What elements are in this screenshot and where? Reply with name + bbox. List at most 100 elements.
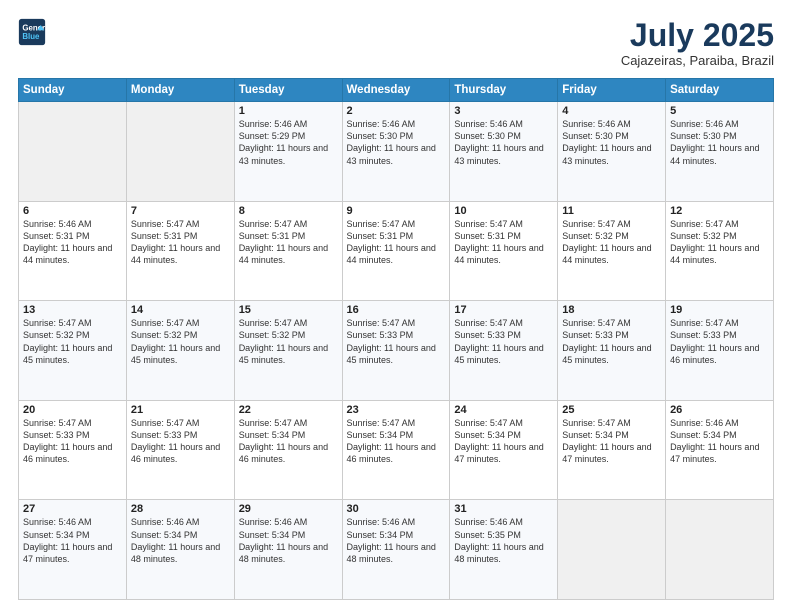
weekday-header-cell: Monday [126, 79, 234, 102]
calendar-day-cell: 2Sunrise: 5:46 AMSunset: 5:30 PMDaylight… [342, 102, 450, 202]
day-info: Sunrise: 5:46 AMSunset: 5:34 PMDaylight:… [347, 516, 446, 565]
day-number: 2 [347, 105, 446, 117]
svg-text:Blue: Blue [22, 32, 40, 41]
calendar-week-row: 27Sunrise: 5:46 AMSunset: 5:34 PMDayligh… [19, 500, 774, 600]
calendar-day-cell: 24Sunrise: 5:47 AMSunset: 5:34 PMDayligh… [450, 400, 558, 500]
day-info: Sunrise: 5:46 AMSunset: 5:30 PMDaylight:… [562, 118, 661, 167]
day-number: 12 [670, 205, 769, 217]
day-info: Sunrise: 5:47 AMSunset: 5:32 PMDaylight:… [562, 218, 661, 267]
day-info: Sunrise: 5:46 AMSunset: 5:29 PMDaylight:… [239, 118, 338, 167]
calendar-day-cell: 20Sunrise: 5:47 AMSunset: 5:33 PMDayligh… [19, 400, 127, 500]
day-number: 7 [131, 205, 230, 217]
day-info: Sunrise: 5:47 AMSunset: 5:32 PMDaylight:… [670, 218, 769, 267]
weekday-header-row: SundayMondayTuesdayWednesdayThursdayFrid… [19, 79, 774, 102]
weekday-header-cell: Friday [558, 79, 666, 102]
calendar-day-cell: 25Sunrise: 5:47 AMSunset: 5:34 PMDayligh… [558, 400, 666, 500]
calendar-page: General Blue July 2025 Cajazeiras, Parai… [0, 0, 792, 612]
day-info: Sunrise: 5:46 AMSunset: 5:30 PMDaylight:… [454, 118, 553, 167]
day-info: Sunrise: 5:47 AMSunset: 5:32 PMDaylight:… [23, 317, 122, 366]
day-number: 10 [454, 205, 553, 217]
day-number: 4 [562, 105, 661, 117]
day-info: Sunrise: 5:47 AMSunset: 5:34 PMDaylight:… [347, 417, 446, 466]
calendar-day-cell: 11Sunrise: 5:47 AMSunset: 5:32 PMDayligh… [558, 201, 666, 301]
calendar-day-cell: 4Sunrise: 5:46 AMSunset: 5:30 PMDaylight… [558, 102, 666, 202]
day-number: 31 [454, 503, 553, 515]
calendar-day-cell: 13Sunrise: 5:47 AMSunset: 5:32 PMDayligh… [19, 301, 127, 401]
day-number: 13 [23, 304, 122, 316]
calendar-day-cell: 10Sunrise: 5:47 AMSunset: 5:31 PMDayligh… [450, 201, 558, 301]
day-number: 9 [347, 205, 446, 217]
day-info: Sunrise: 5:47 AMSunset: 5:33 PMDaylight:… [23, 417, 122, 466]
calendar-body: 1Sunrise: 5:46 AMSunset: 5:29 PMDaylight… [19, 102, 774, 600]
day-info: Sunrise: 5:47 AMSunset: 5:34 PMDaylight:… [562, 417, 661, 466]
day-info: Sunrise: 5:47 AMSunset: 5:32 PMDaylight:… [239, 317, 338, 366]
day-info: Sunrise: 5:47 AMSunset: 5:33 PMDaylight:… [670, 317, 769, 366]
calendar-day-cell [19, 102, 127, 202]
day-number: 3 [454, 105, 553, 117]
day-number: 24 [454, 404, 553, 416]
calendar-week-row: 20Sunrise: 5:47 AMSunset: 5:33 PMDayligh… [19, 400, 774, 500]
day-number: 20 [23, 404, 122, 416]
calendar-day-cell: 18Sunrise: 5:47 AMSunset: 5:33 PMDayligh… [558, 301, 666, 401]
day-info: Sunrise: 5:47 AMSunset: 5:31 PMDaylight:… [131, 218, 230, 267]
calendar-day-cell: 26Sunrise: 5:46 AMSunset: 5:34 PMDayligh… [666, 400, 774, 500]
day-info: Sunrise: 5:47 AMSunset: 5:31 PMDaylight:… [347, 218, 446, 267]
calendar-day-cell: 17Sunrise: 5:47 AMSunset: 5:33 PMDayligh… [450, 301, 558, 401]
logo-icon: General Blue [18, 18, 46, 46]
day-number: 30 [347, 503, 446, 515]
calendar-day-cell: 30Sunrise: 5:46 AMSunset: 5:34 PMDayligh… [342, 500, 450, 600]
weekday-header-cell: Wednesday [342, 79, 450, 102]
calendar-day-cell: 23Sunrise: 5:47 AMSunset: 5:34 PMDayligh… [342, 400, 450, 500]
calendar-day-cell: 6Sunrise: 5:46 AMSunset: 5:31 PMDaylight… [19, 201, 127, 301]
calendar-day-cell: 1Sunrise: 5:46 AMSunset: 5:29 PMDaylight… [234, 102, 342, 202]
title-block: July 2025 Cajazeiras, Paraiba, Brazil [621, 18, 774, 68]
calendar-day-cell: 12Sunrise: 5:47 AMSunset: 5:32 PMDayligh… [666, 201, 774, 301]
calendar-day-cell: 15Sunrise: 5:47 AMSunset: 5:32 PMDayligh… [234, 301, 342, 401]
day-info: Sunrise: 5:46 AMSunset: 5:30 PMDaylight:… [670, 118, 769, 167]
day-number: 22 [239, 404, 338, 416]
day-info: Sunrise: 5:46 AMSunset: 5:34 PMDaylight:… [131, 516, 230, 565]
day-number: 8 [239, 205, 338, 217]
day-number: 1 [239, 105, 338, 117]
calendar-day-cell [126, 102, 234, 202]
day-number: 28 [131, 503, 230, 515]
day-info: Sunrise: 5:46 AMSunset: 5:34 PMDaylight:… [23, 516, 122, 565]
calendar-day-cell: 19Sunrise: 5:47 AMSunset: 5:33 PMDayligh… [666, 301, 774, 401]
calendar-day-cell [558, 500, 666, 600]
day-number: 6 [23, 205, 122, 217]
day-info: Sunrise: 5:47 AMSunset: 5:32 PMDaylight:… [131, 317, 230, 366]
location: Cajazeiras, Paraiba, Brazil [621, 53, 774, 68]
calendar-day-cell: 3Sunrise: 5:46 AMSunset: 5:30 PMDaylight… [450, 102, 558, 202]
calendar-week-row: 6Sunrise: 5:46 AMSunset: 5:31 PMDaylight… [19, 201, 774, 301]
day-info: Sunrise: 5:47 AMSunset: 5:33 PMDaylight:… [347, 317, 446, 366]
calendar-day-cell: 5Sunrise: 5:46 AMSunset: 5:30 PMDaylight… [666, 102, 774, 202]
calendar-day-cell [666, 500, 774, 600]
day-number: 27 [23, 503, 122, 515]
header: General Blue July 2025 Cajazeiras, Parai… [18, 18, 774, 68]
weekday-header-cell: Thursday [450, 79, 558, 102]
logo: General Blue [18, 18, 46, 46]
day-info: Sunrise: 5:47 AMSunset: 5:31 PMDaylight:… [454, 218, 553, 267]
day-number: 18 [562, 304, 661, 316]
calendar-day-cell: 7Sunrise: 5:47 AMSunset: 5:31 PMDaylight… [126, 201, 234, 301]
calendar-day-cell: 28Sunrise: 5:46 AMSunset: 5:34 PMDayligh… [126, 500, 234, 600]
day-number: 11 [562, 205, 661, 217]
calendar-day-cell: 16Sunrise: 5:47 AMSunset: 5:33 PMDayligh… [342, 301, 450, 401]
day-info: Sunrise: 5:46 AMSunset: 5:35 PMDaylight:… [454, 516, 553, 565]
day-number: 5 [670, 105, 769, 117]
day-info: Sunrise: 5:46 AMSunset: 5:34 PMDaylight:… [670, 417, 769, 466]
day-info: Sunrise: 5:47 AMSunset: 5:33 PMDaylight:… [454, 317, 553, 366]
day-number: 14 [131, 304, 230, 316]
calendar-table: SundayMondayTuesdayWednesdayThursdayFrid… [18, 78, 774, 600]
day-number: 21 [131, 404, 230, 416]
day-number: 17 [454, 304, 553, 316]
day-info: Sunrise: 5:47 AMSunset: 5:34 PMDaylight:… [454, 417, 553, 466]
day-info: Sunrise: 5:47 AMSunset: 5:34 PMDaylight:… [239, 417, 338, 466]
calendar-day-cell: 27Sunrise: 5:46 AMSunset: 5:34 PMDayligh… [19, 500, 127, 600]
calendar-day-cell: 8Sunrise: 5:47 AMSunset: 5:31 PMDaylight… [234, 201, 342, 301]
day-number: 25 [562, 404, 661, 416]
calendar-day-cell: 14Sunrise: 5:47 AMSunset: 5:32 PMDayligh… [126, 301, 234, 401]
day-number: 29 [239, 503, 338, 515]
weekday-header-cell: Tuesday [234, 79, 342, 102]
weekday-header-cell: Saturday [666, 79, 774, 102]
